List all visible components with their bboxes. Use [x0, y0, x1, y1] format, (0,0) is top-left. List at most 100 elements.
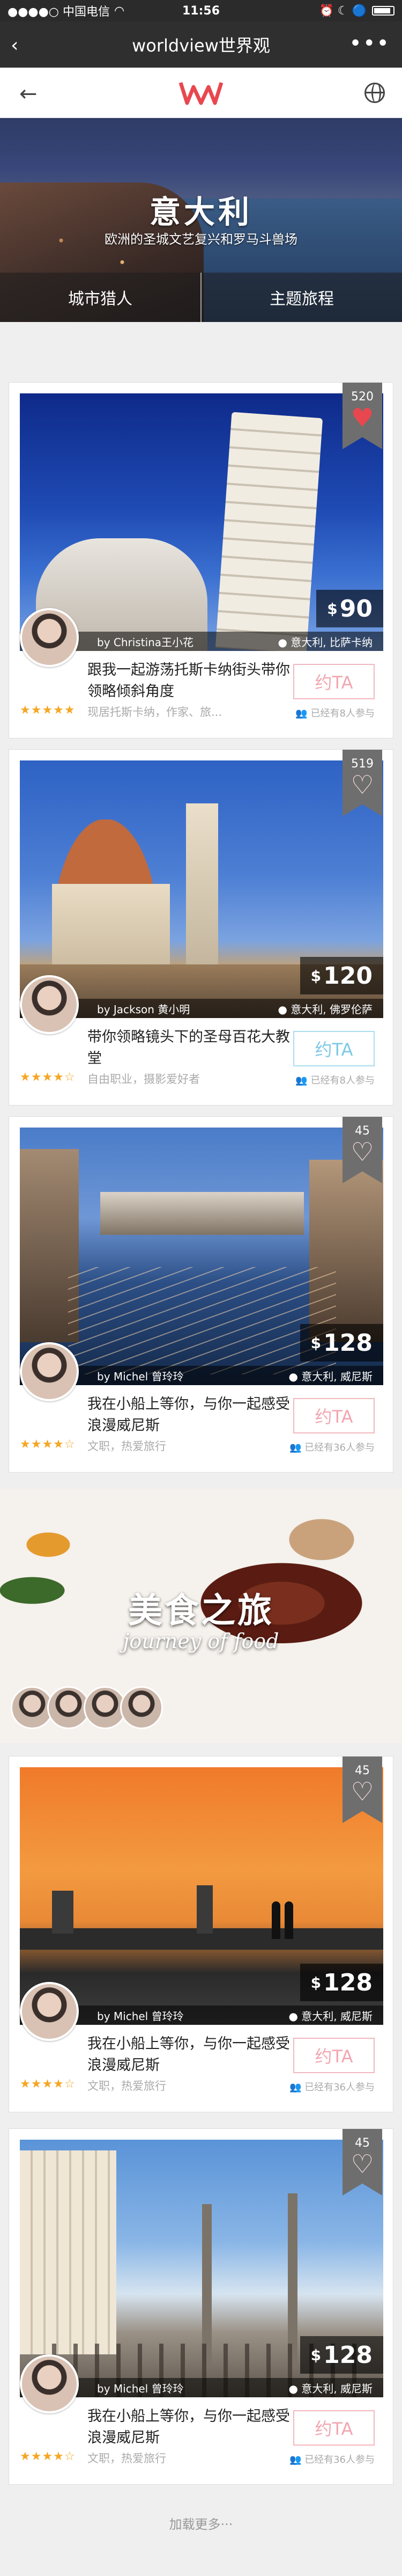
globe-icon[interactable] — [364, 83, 385, 103]
star-rating: ★★★★★ — [20, 704, 76, 717]
guide-card[interactable]: by Christina王小花 ● 意大利, 比萨卡纳 $ 90 520 ♥ 跟… — [9, 382, 393, 738]
hero-tabs: 城市猎人 主题旅程 — [0, 273, 402, 322]
heart-outline-icon[interactable]: ♡ — [343, 1779, 382, 1805]
participants-count: 👥 已经有36人参与 — [289, 1440, 375, 1454]
like-count: 519 — [351, 757, 374, 771]
food-journey-banner[interactable]: 美食之旅 journey of food — [0, 1489, 402, 1743]
participants-label: 已经有36人参与 — [304, 1442, 375, 1453]
like-count: 45 — [355, 1764, 370, 1777]
people-icon: 👥 — [289, 2082, 305, 2093]
host-avatar[interactable] — [20, 1982, 79, 2041]
tab-theme-journey[interactable]: 主题旅程 — [200, 273, 402, 322]
star-rating: ★★★★☆ — [20, 1438, 76, 1451]
participants-count: 👥 已经有8人参与 — [295, 1073, 375, 1087]
location-label: ● 意大利, 佛罗伦萨 — [278, 1002, 373, 1016]
book-host-button[interactable]: 约TA — [293, 2038, 375, 2073]
guide-card[interactable]: by Michel 曾玲玲 ● 意大利, 威尼斯 $ 128 45 ♡ 我在小船… — [9, 1116, 393, 1473]
participants-count: 👥 已经有8人参与 — [295, 706, 375, 720]
host-avatar[interactable] — [20, 975, 79, 1034]
price-value: 90 — [339, 595, 373, 623]
card-title[interactable]: 我在小船上等你，与你一起感受浪漫威尼斯 — [87, 2406, 291, 2449]
destination-subtitle: 欧洲的圣城文艺复兴和罗马斗兽场 — [105, 232, 297, 247]
status-icon-group: ⏰ ☾ 🔵 — [319, 4, 367, 18]
food-host-avatars — [11, 1686, 163, 1729]
status-icons: ⏰ ☾ 🔵 — [319, 4, 394, 18]
people-icon: 👥 — [289, 2454, 305, 2465]
host-description: 文职，热爱旅行 — [87, 1440, 166, 1453]
host-description: 文职，热爱旅行 — [87, 2080, 166, 2092]
card-title[interactable]: 我在小船上等你，与你一起感受浪漫威尼斯 — [87, 2033, 291, 2076]
guide-card[interactable]: by Michel 曾玲玲 ● 意大利, 威尼斯 $ 128 45 ♡ 我在小船… — [9, 1756, 393, 2112]
guide-card[interactable]: by Michel 曾玲玲 ● 意大利, 威尼斯 $ 128 45 ♡ 我在小船… — [9, 2128, 393, 2485]
heart-outline-icon[interactable]: ♡ — [343, 2151, 382, 2177]
currency-symbol: $ — [327, 599, 338, 618]
card-title[interactable]: 跟我一起游荡托斯卡纳街头带你领略倾斜角度 — [87, 660, 291, 702]
heart-filled-icon[interactable]: ♥ — [343, 405, 382, 431]
card-photo: by Michel 曾玲玲 ● 意大利, 威尼斯 $ 128 — [20, 1767, 383, 2025]
price-value: 128 — [323, 1968, 373, 1996]
participants-label: 已经有36人参与 — [304, 2454, 375, 2465]
location-label: ● 意大利, 威尼斯 — [288, 2382, 373, 2395]
book-host-button[interactable]: 约TA — [293, 1031, 375, 1066]
price-tag: $ 128 — [300, 2336, 383, 2374]
price-tag: $ 128 — [300, 1324, 383, 1362]
carrier-group: ●●●●○ 中国电信 ◠ — [8, 2, 124, 19]
load-more-button[interactable]: 加载更多··· — [0, 2514, 402, 2533]
back-arrow-icon[interactable]: ← — [19, 82, 38, 106]
price-value: 128 — [323, 2341, 373, 2369]
status-bar: ●●●●○ 中国电信 ◠ 11:56 ⏰ ☾ 🔵 — [0, 0, 402, 21]
currency-symbol: $ — [310, 1334, 322, 1352]
card-photo: by Michel 曾玲玲 ● 意大利, 威尼斯 $ 128 — [20, 2140, 383, 2397]
host-description: 文职，热爱旅行 — [87, 2452, 166, 2465]
heart-outline-icon[interactable]: ♡ — [343, 1139, 382, 1165]
star-rating: ★★★★☆ — [20, 1071, 76, 1084]
host-name: by Michel 曾玲玲 — [97, 2009, 184, 2023]
participants-label: 已经有8人参与 — [310, 1075, 375, 1086]
avatar[interactable] — [120, 1686, 163, 1729]
card-photo: by Jackson 黄小明 ● 意大利, 佛罗伦萨 $ 120 — [20, 760, 383, 1018]
participants-label: 已经有36人参与 — [304, 2082, 375, 2093]
tab-city-hunter[interactable]: 城市猎人 — [0, 273, 200, 322]
people-icon: 👥 — [295, 708, 311, 719]
guide-card[interactable]: by Jackson 黄小明 ● 意大利, 佛罗伦萨 $ 120 519 ♡ 带… — [9, 749, 393, 1106]
currency-symbol: $ — [310, 1973, 322, 1992]
host-name: by Michel 曾玲玲 — [97, 2382, 184, 2395]
wifi-icon: ◠ — [114, 4, 125, 18]
food-banner-title: 美食之旅 — [128, 1591, 274, 1631]
more-menu-icon[interactable]: ••• — [349, 31, 390, 56]
star-rating: ★★★★☆ — [20, 2077, 76, 2091]
wechat-back-icon[interactable]: ‹ — [11, 34, 18, 56]
participants-count: 👥 已经有36人参与 — [289, 2452, 375, 2466]
food-banner-subtitle: journey of food — [123, 1629, 279, 1653]
price-tag: $ 128 — [300, 1964, 383, 2001]
price-tag: $ 90 — [316, 590, 383, 627]
location-label: ● 意大利, 比萨卡纳 — [278, 635, 373, 649]
people-icon: 👥 — [289, 1442, 305, 1453]
host-description: 自由职业，摄影爱好者 — [87, 1073, 200, 1086]
star-rating: ★★★★☆ — [20, 2450, 76, 2463]
book-host-button[interactable]: 约TA — [293, 1398, 375, 1433]
card-title[interactable]: 我在小船上等你，与你一起感受浪漫威尼斯 — [87, 1394, 291, 1437]
book-host-button[interactable]: 约TA — [293, 664, 375, 699]
host-avatar[interactable] — [20, 608, 79, 667]
participants-label: 已经有8人参与 — [310, 708, 375, 719]
book-host-button[interactable]: 约TA — [293, 2410, 375, 2446]
location-label: ● 意大利, 威尼斯 — [288, 2009, 373, 2023]
heart-outline-icon[interactable]: ♡ — [343, 772, 382, 798]
host-description: 现居托斯卡纳，作家、旅... — [87, 706, 222, 719]
wechat-header: ‹ worldview世界观 ••• — [0, 21, 402, 68]
carrier-label: ●●●●○ 中国电信 — [8, 5, 110, 19]
host-avatar[interactable] — [20, 2354, 79, 2413]
app-nav: ← — [0, 68, 402, 118]
price-value: 120 — [323, 962, 373, 990]
worldview-logo — [178, 82, 224, 105]
price-value: 128 — [323, 1329, 373, 1357]
host-name: by Christina王小花 — [97, 635, 194, 649]
wechat-title: worldview世界观 — [132, 35, 270, 56]
card-photo: by Christina王小花 ● 意大利, 比萨卡纳 $ 90 — [20, 393, 383, 651]
people-icon: 👥 — [295, 1075, 311, 1086]
host-avatar[interactable] — [20, 1342, 79, 1401]
participants-count: 👥 已经有36人参与 — [289, 2080, 375, 2094]
like-count: 45 — [355, 1124, 370, 1138]
card-title[interactable]: 带你领略镜头下的圣母百花大教堂 — [87, 1027, 291, 1070]
